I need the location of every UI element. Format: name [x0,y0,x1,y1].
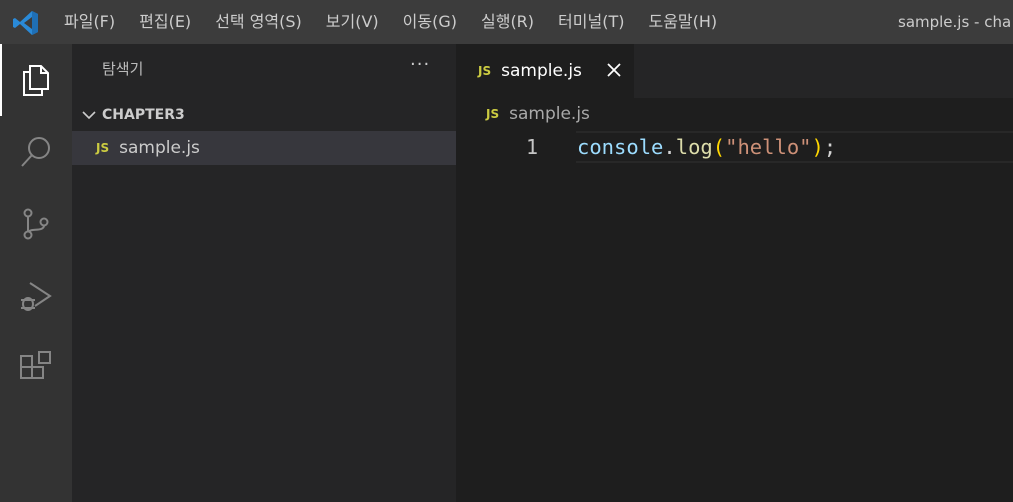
sidebar-title: 탐색기 [102,60,144,78]
file-name: sample.js [119,138,200,158]
explorer-sidebar: 탐색기 ··· CHAPTER3 JS sample.js [72,44,456,502]
vscode-logo-icon[interactable] [12,9,40,37]
search-icon [21,137,50,167]
menu-bar: 파일(F) 편집(E) 선택 영역(S) 보기(V) 이동(G) 실행(R) 터… [52,0,729,44]
menu-selection[interactable]: 선택 영역(S) [203,0,314,44]
code-token-semicolon: ; [823,135,837,159]
menu-view[interactable]: 보기(V) [314,0,391,44]
code-token-string: "hello" [725,135,812,159]
menu-file[interactable]: 파일(F) [52,0,127,44]
folder-row[interactable]: CHAPTER3 [72,100,456,130]
activity-search[interactable] [0,116,72,188]
window-title: sample.js - cha [898,13,1012,31]
folder-name: CHAPTER3 [102,107,185,123]
js-file-icon: JS [96,141,110,155]
activity-explorer[interactable] [0,44,72,116]
extensions-icon [20,351,51,379]
code-token-object: console [577,135,664,159]
breadcrumb-label: sample.js [509,104,590,124]
source-control-icon [23,208,49,240]
editor-area: JS sample.js JS sample.js 1 console.log(… [456,44,1013,502]
menu-run[interactable]: 실행(R) [469,0,546,44]
breadcrumb[interactable]: JS sample.js [486,104,590,124]
activity-source-control[interactable] [0,188,72,260]
code-line[interactable]: console.log("hello"); [577,135,836,159]
title-bar: 파일(F) 편집(E) 선택 영역(S) 보기(V) 이동(G) 실행(R) 터… [0,0,1013,44]
chevron-down-icon [82,111,96,120]
tab-label: sample.js [501,61,582,81]
menu-edit[interactable]: 편집(E) [127,0,203,44]
js-file-icon: JS [478,64,492,78]
tab-sample-js[interactable]: JS sample.js [456,44,634,98]
activity-extensions[interactable] [0,332,72,404]
close-icon[interactable] [606,62,622,78]
line-number: 1 [525,135,538,159]
more-actions-button[interactable]: ··· [410,54,430,75]
menu-help[interactable]: 도움말(H) [636,0,729,44]
explorer-icon [23,65,49,96]
js-file-icon: JS [486,107,500,121]
activity-bar [0,44,72,502]
code-token-open-paren: ( [712,135,726,159]
code-token-function: log [675,135,713,159]
run-debug-icon [21,282,52,311]
tab-bar: JS sample.js [456,44,1013,98]
code-token-dot: . [663,135,676,159]
code-token-close-paren: ) [811,135,824,159]
activity-run-debug[interactable] [0,260,72,332]
menu-go[interactable]: 이동(G) [391,0,469,44]
menu-terminal[interactable]: 터미널(T) [546,0,636,44]
file-item-sample-js[interactable]: JS sample.js [72,131,456,165]
